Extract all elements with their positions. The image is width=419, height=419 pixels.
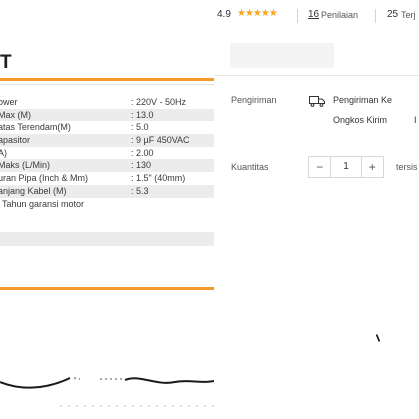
divider xyxy=(375,9,376,23)
truck-icon xyxy=(309,96,325,107)
section-divider xyxy=(214,75,419,76)
shipping-label: Pengiriman xyxy=(231,95,277,105)
spec-row: Maks (L/Min) : 130 xyxy=(0,159,214,173)
spec-label: Max (M) xyxy=(0,109,31,120)
spec-label: Maks (L/Min) xyxy=(0,160,51,171)
spec-footer-band xyxy=(0,232,214,246)
sold-label: Terj xyxy=(401,10,416,20)
quantity-input[interactable]: 1 xyxy=(330,157,362,177)
increase-quantity-button[interactable]: + xyxy=(362,157,383,177)
spec-value: : 130 xyxy=(131,160,152,171)
reviews-label[interactable]: Penilaian xyxy=(321,10,358,20)
spec-row: atas Terendam(M) : 5.0 xyxy=(0,121,214,134)
quantity-label: Kuantitas xyxy=(231,162,269,172)
shipping-cost-extra: I xyxy=(414,115,417,125)
spec-divider xyxy=(0,84,214,85)
spec-row: A) : 2.00 xyxy=(0,147,214,160)
spec-row: Tahun garansi motor xyxy=(0,198,214,211)
spec-label: anjang Kabel (M) xyxy=(0,185,67,196)
spec-accent-divider xyxy=(0,78,214,81)
spec-value: : 9 µF 450VAC xyxy=(131,135,190,146)
stock-remaining: tersis xyxy=(396,162,418,172)
spec-value: : 13.0 xyxy=(131,109,154,120)
spec-value: : 2.00 xyxy=(131,147,154,158)
spec-row: uran Pipa (Inch & Mm) : 1.5" (40mm) xyxy=(0,172,214,185)
spec-label: apasitor xyxy=(0,135,31,146)
spec-value: : 5.0 xyxy=(131,122,149,133)
price-placeholder xyxy=(230,43,334,68)
spec-row: apasitor : 9 µF 450VAC xyxy=(0,134,214,147)
star-rating-icon: ★★★★★ xyxy=(237,8,278,19)
spec-value: : 220V - 50Hz xyxy=(131,97,187,107)
decrease-quantity-button[interactable]: − xyxy=(309,157,330,177)
spec-top-band xyxy=(0,0,214,42)
spec-value: : 1.5" (40mm) xyxy=(131,173,186,184)
spec-label: atas Terendam(M) xyxy=(0,122,71,133)
spec-label: A) xyxy=(0,147,7,158)
spec-label: Tahun garansi motor xyxy=(2,198,85,209)
spec-table: ower : 220V - 50Hz Max (M) : 13.0 atas T… xyxy=(0,96,214,210)
shipping-destination[interactable]: Pengiriman Ke xyxy=(333,95,392,105)
spec-label: uran Pipa (Inch & Mm) xyxy=(0,173,89,184)
spec-row: ower : 220V - 50Hz xyxy=(0,96,214,109)
spec-label: ower xyxy=(0,97,18,107)
divider xyxy=(297,9,298,23)
quantity-stepper: − 1 + xyxy=(308,156,384,178)
rating-score: 4.9 xyxy=(217,9,231,20)
spec-value: : 5.3 xyxy=(131,185,149,196)
product-spec-image: T ower : 220V - 50Hz Max (M) : 13.0 atas… xyxy=(0,0,214,419)
sold-count: 25 xyxy=(387,9,399,20)
shipping-cost-label: Ongkos Kirim xyxy=(333,115,388,125)
spec-row: anjang Kabel (M) : 5.3 xyxy=(0,184,214,198)
spec-row: Max (M) : 13.0 xyxy=(0,108,214,122)
reviews-count-link[interactable]: 16 xyxy=(308,9,319,20)
cable-illustration xyxy=(0,377,214,407)
cursor-icon xyxy=(376,334,380,342)
spec-title: T xyxy=(0,52,13,73)
spec-bottom-accent xyxy=(0,287,214,290)
